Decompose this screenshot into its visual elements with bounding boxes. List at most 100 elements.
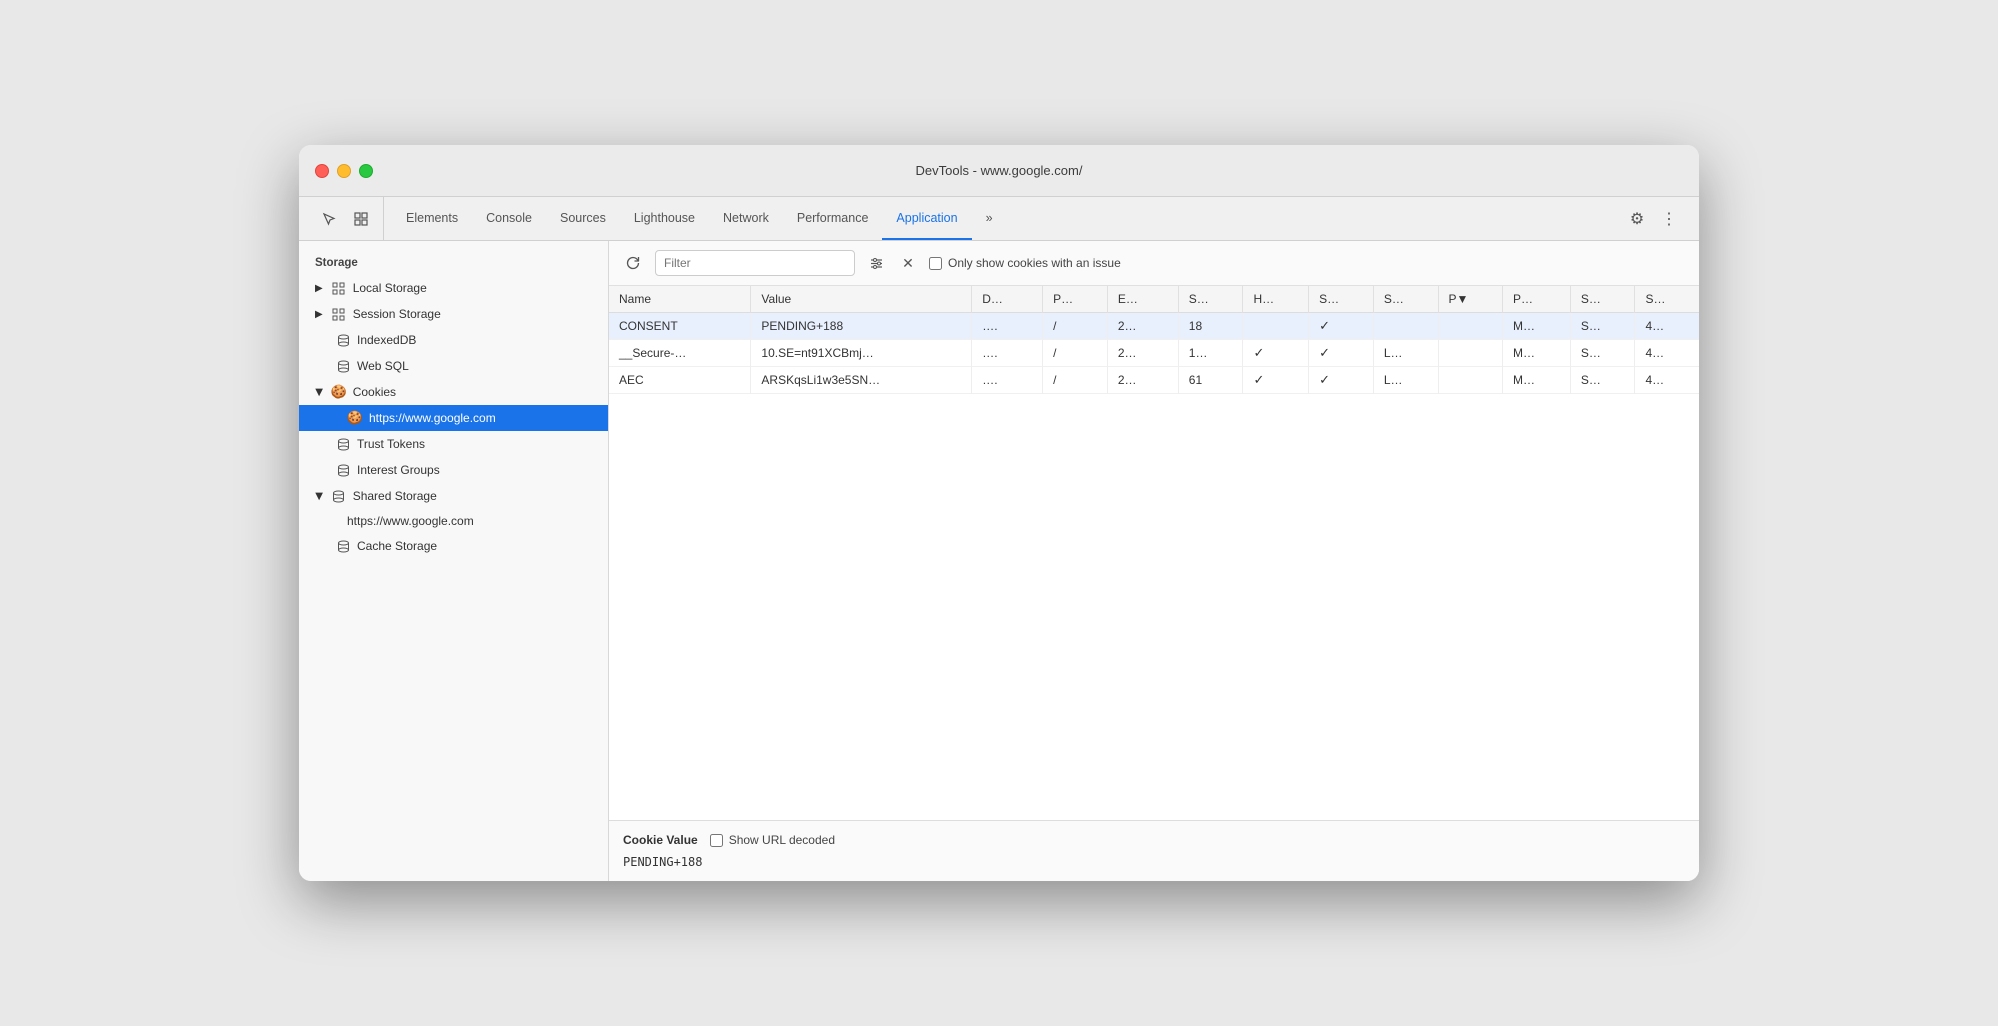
interest-groups-label: Interest Groups: [357, 463, 440, 477]
db-icon: [331, 488, 347, 504]
table-cell: L…: [1373, 367, 1438, 394]
clear-filter-icon[interactable]: ✕: [895, 250, 921, 276]
sidebar-item-cache-storage[interactable]: Cache Storage: [299, 533, 608, 559]
table-cell: S…: [1570, 313, 1635, 340]
table-cell: [1438, 367, 1502, 394]
main-area: Storage ▶ Local Storage ▶: [299, 241, 1699, 881]
sidebar-item-interest-groups[interactable]: Interest Groups: [299, 457, 608, 483]
table-cell: [1438, 340, 1502, 367]
table-cell: PENDING+188: [751, 313, 972, 340]
table-header-row: Name Value D… P… E… S… H… S… S… P▼ P… S…: [609, 286, 1699, 313]
table-cell: M…: [1503, 313, 1571, 340]
sidebar-item-shared-storage[interactable]: ▶ Shared Storage: [299, 483, 608, 509]
table-cell: CONSENT: [609, 313, 751, 340]
sidebar-item-cookies-google[interactable]: 🍪 https://www.google.com: [299, 405, 608, 431]
inspect-icon[interactable]: [347, 205, 375, 233]
table-row[interactable]: __Secure-…10.SE=nt91XCBmj……./2…1…✓✓L…M…S…: [609, 340, 1699, 367]
tab-console[interactable]: Console: [472, 197, 546, 240]
table-row[interactable]: AECARSKqsLi1w3e5SN……./2…61✓✓L…M…S…4…: [609, 367, 1699, 394]
tab-list: Elements Console Sources Lighthouse Netw…: [392, 197, 1615, 240]
col-s3[interactable]: S…: [1373, 286, 1438, 313]
cookie-small-icon: 🍪: [347, 410, 363, 426]
col-s4[interactable]: S…: [1570, 286, 1635, 313]
sidebar-item-cookies[interactable]: ▶ 🍪 Cookies: [299, 379, 608, 405]
table-body: CONSENTPENDING+188…./2…18✓M…S…4…__Secure…: [609, 313, 1699, 394]
filter-bar: ✕ Only show cookies with an issue: [609, 241, 1699, 286]
table-cell: [1438, 313, 1502, 340]
arrow-down-icon: ▶: [313, 492, 324, 500]
tab-more[interactable]: »: [972, 197, 1007, 240]
tab-application[interactable]: Application: [882, 197, 971, 240]
toolbar-right: ⚙ ⋮: [1615, 197, 1691, 240]
col-pv[interactable]: P▼: [1438, 286, 1502, 313]
cache-storage-label: Cache Storage: [357, 539, 437, 553]
cursor-icon[interactable]: [315, 205, 343, 233]
table-cell: M…: [1503, 340, 1571, 367]
table-cell: 18: [1178, 313, 1243, 340]
col-e[interactable]: E…: [1107, 286, 1178, 313]
table-cell: ✓: [1243, 367, 1309, 394]
filter-input[interactable]: [655, 250, 855, 276]
tab-elements[interactable]: Elements: [392, 197, 472, 240]
filter-options-icon[interactable]: [863, 250, 889, 276]
table-cell: 2…: [1107, 340, 1178, 367]
arrow-down-icon: ▶: [313, 388, 324, 396]
table-cell: /: [1043, 313, 1108, 340]
show-url-decoded-label: Show URL decoded: [729, 833, 835, 847]
table-cell: ✓: [1309, 367, 1374, 394]
table-cell: 61: [1178, 367, 1243, 394]
content-area: ✕ Only show cookies with an issue Name V…: [609, 241, 1699, 881]
db-icon: [335, 462, 351, 478]
tab-sources[interactable]: Sources: [546, 197, 620, 240]
tab-performance[interactable]: Performance: [783, 197, 883, 240]
col-value[interactable]: Value: [751, 286, 972, 313]
col-s2[interactable]: S…: [1309, 286, 1374, 313]
cookie-value-text: PENDING+188: [623, 855, 1685, 869]
table-cell: ….: [972, 367, 1043, 394]
table-cell: ….: [972, 340, 1043, 367]
show-url-decoded-wrap[interactable]: Show URL decoded: [710, 833, 835, 847]
session-storage-label: Session Storage: [353, 307, 441, 321]
cookie-icon: 🍪: [331, 384, 347, 400]
sidebar-item-trust-tokens[interactable]: Trust Tokens: [299, 431, 608, 457]
settings-icon[interactable]: ⚙: [1623, 205, 1651, 233]
col-s5[interactable]: S…: [1635, 286, 1699, 313]
close-button[interactable]: [315, 164, 329, 178]
table-cell: S…: [1570, 367, 1635, 394]
col-d[interactable]: D…: [972, 286, 1043, 313]
table-row[interactable]: CONSENTPENDING+188…./2…18✓M…S…4…: [609, 313, 1699, 340]
more-options-icon[interactable]: ⋮: [1655, 205, 1683, 233]
table-cell: ✓: [1309, 340, 1374, 367]
grid-icon: [331, 306, 347, 322]
sidebar: Storage ▶ Local Storage ▶: [299, 241, 609, 881]
cookies-label: Cookies: [353, 385, 396, 399]
col-name[interactable]: Name: [609, 286, 751, 313]
refresh-button[interactable]: [619, 249, 647, 277]
local-storage-label: Local Storage: [353, 281, 427, 295]
col-s[interactable]: S…: [1178, 286, 1243, 313]
cookie-table: Name Value D… P… E… S… H… S… S… P▼ P… S…: [609, 286, 1699, 820]
sidebar-item-indexeddb[interactable]: IndexedDB: [299, 327, 608, 353]
only-issue-checkbox-wrap[interactable]: Only show cookies with an issue: [929, 256, 1121, 270]
table-cell: /: [1043, 367, 1108, 394]
table-cell: ✓: [1243, 340, 1309, 367]
sidebar-item-session-storage[interactable]: ▶ Session Storage: [299, 301, 608, 327]
table-cell: M…: [1503, 367, 1571, 394]
show-url-decoded-checkbox[interactable]: [710, 834, 723, 847]
col-p2[interactable]: P…: [1503, 286, 1571, 313]
db-icon: [335, 436, 351, 452]
only-issue-checkbox[interactable]: [929, 257, 942, 270]
sidebar-item-local-storage[interactable]: ▶ Local Storage: [299, 275, 608, 301]
minimize-button[interactable]: [337, 164, 351, 178]
maximize-button[interactable]: [359, 164, 373, 178]
col-h[interactable]: H…: [1243, 286, 1309, 313]
sidebar-item-shared-storage-google[interactable]: https://www.google.com: [299, 509, 608, 533]
only-issue-label: Only show cookies with an issue: [948, 256, 1121, 270]
col-p[interactable]: P…: [1043, 286, 1108, 313]
cookies-table: Name Value D… P… E… S… H… S… S… P▼ P… S…: [609, 286, 1699, 394]
tab-network[interactable]: Network: [709, 197, 783, 240]
table-cell: /: [1043, 340, 1108, 367]
cookie-value-label: Cookie Value: [623, 833, 698, 847]
sidebar-item-websql[interactable]: Web SQL: [299, 353, 608, 379]
tab-lighthouse[interactable]: Lighthouse: [620, 197, 709, 240]
